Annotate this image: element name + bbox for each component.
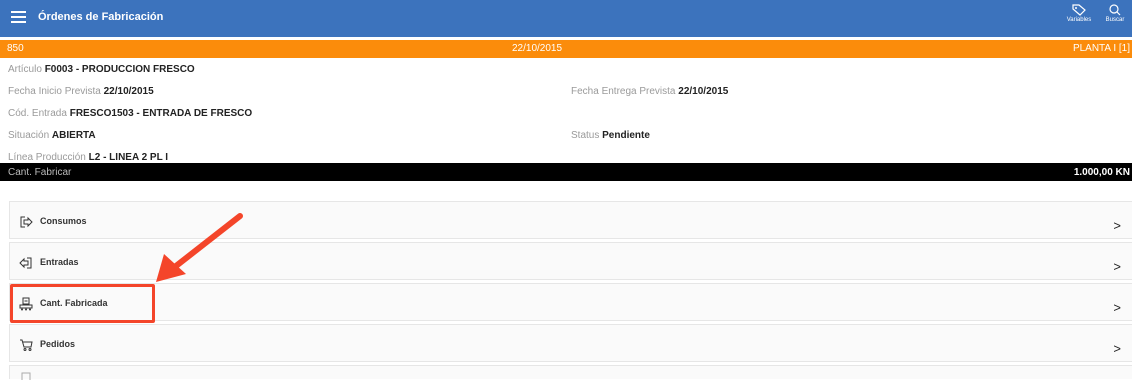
detail-row-articulo: Artículo F0003 - PRODUCCION FRESCO: [0, 58, 1132, 80]
situacion-label: Situación: [8, 130, 50, 141]
linea-label: Línea Producción: [8, 152, 86, 163]
detail-row-fechas: Fecha Inicio Prevista 22/10/2015 Fecha E…: [0, 80, 1132, 102]
cod-entrada-label: Cód. Entrada: [8, 108, 67, 119]
detail-row-cod-entrada: Cód. Entrada FRESCO1503 - ENTRADA DE FRE…: [0, 102, 1132, 124]
order-date: 22/10/2015: [512, 43, 563, 54]
menu-item-label: Entradas: [40, 257, 79, 267]
search-button[interactable]: Buscar: [1100, 4, 1130, 23]
variables-button[interactable]: Variables: [1064, 4, 1094, 23]
variables-label: Variables: [1066, 17, 1092, 23]
enter-arrow-icon: [19, 257, 32, 269]
menu-item-label: Consumos: [40, 216, 87, 226]
menu-item-partial[interactable]: [9, 365, 1132, 380]
order-number: 850: [7, 43, 24, 54]
chevron-right-icon: >: [1113, 341, 1121, 356]
hamburger-menu-icon[interactable]: [11, 11, 26, 24]
tag-icon: [1072, 4, 1086, 16]
shopping-cart-icon: [20, 339, 33, 351]
chevron-right-icon: >: [1113, 300, 1121, 315]
search-label: Buscar: [1105, 17, 1125, 23]
menu-item-pedidos[interactable]: Pedidos >: [9, 324, 1132, 362]
fecha-inicio-value: 22/10/2015: [103, 86, 154, 97]
quantity-bar: Cant. Fabricar 1.000,00 KN: [0, 163, 1132, 181]
annotation-highlight-box: [10, 284, 155, 323]
fecha-entrega-label: Fecha Entrega Prevista: [571, 86, 676, 97]
partial-item-icon: [21, 372, 31, 380]
menu-item-label: Pedidos: [40, 339, 76, 349]
articulo-label: Artículo: [8, 64, 42, 75]
order-summary-bar: 850 22/10/2015 PLANTA I [1]: [0, 40, 1132, 58]
chevron-right-icon: >: [1113, 259, 1121, 274]
annotation-arrow-icon: [156, 213, 243, 282]
order-plant: PLANTA I [1]: [1072, 43, 1130, 54]
exit-arrow-icon: [20, 216, 33, 228]
status-label: Status: [571, 130, 600, 141]
quantity-label: Cant. Fabricar: [8, 167, 72, 178]
linea-value: L2 - LINEA 2 PL I: [88, 152, 169, 163]
quantity-value: 1.000,00 KN: [1073, 167, 1130, 178]
app-header: Órdenes de Fabricación Variables Buscar: [0, 0, 1132, 37]
fecha-inicio-label: Fecha Inicio Prevista: [8, 86, 101, 97]
search-icon: [1109, 4, 1121, 16]
articulo-value: F0003 - PRODUCCION FRESCO: [44, 64, 195, 75]
fecha-entrega-value: 22/10/2015: [678, 86, 729, 97]
status-value: Pendiente: [602, 130, 650, 141]
cod-entrada-value: FRESCO1503 - ENTRADA DE FRESCO: [69, 108, 253, 119]
situacion-value: ABIERTA: [51, 130, 96, 141]
order-details: Artículo F0003 - PRODUCCION FRESCO Fecha…: [0, 58, 1132, 168]
chevron-right-icon: >: [1113, 218, 1121, 233]
detail-row-situacion: Situación ABIERTA Status Pendiente: [0, 124, 1132, 146]
page-title: Órdenes de Fabricación: [38, 11, 164, 23]
